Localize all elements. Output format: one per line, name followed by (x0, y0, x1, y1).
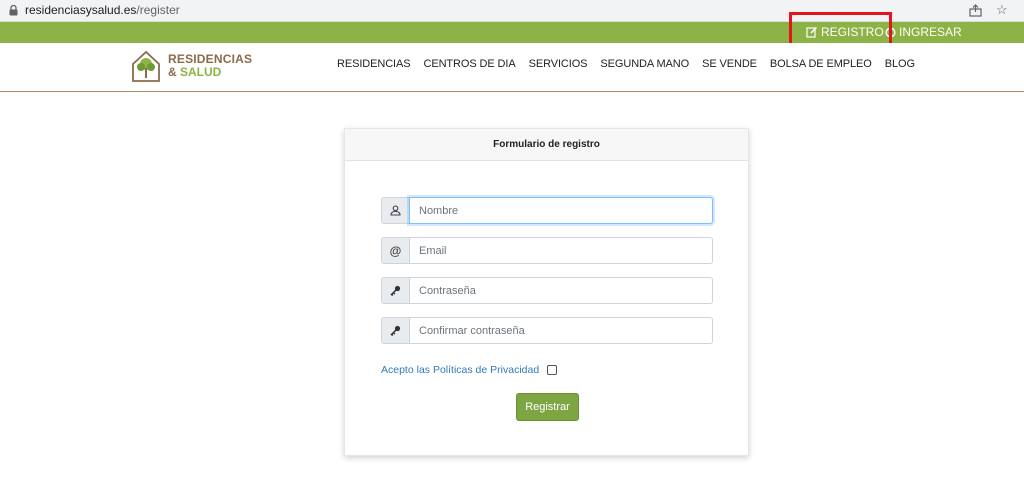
user-icon (390, 205, 401, 216)
key-icon (390, 325, 401, 336)
name-addon (381, 197, 409, 224)
name-input[interactable] (409, 197, 713, 224)
key-icon (390, 285, 401, 296)
privacy-checkbox[interactable] (547, 365, 558, 375)
nav-residencias[interactable]: RESIDENCIAS (337, 58, 411, 70)
password-addon (381, 277, 409, 304)
url-domain: residenciasysalud.es (25, 3, 137, 17)
at-sign-icon: @ (389, 243, 402, 258)
password-input[interactable] (409, 277, 713, 304)
nav-centros-de-dia[interactable]: CENTROS DE DIA (423, 58, 515, 70)
logo-text: RESIDENCIAS & SALUD (168, 53, 252, 79)
share-icon[interactable] (969, 4, 983, 17)
email-input[interactable] (409, 237, 713, 264)
login-link[interactable]: INGRESAR (885, 25, 962, 39)
main-nav: RESIDENCIAS CENTROS DE DIA SERVICIOS SEG… (337, 58, 928, 70)
nav-blog[interactable]: BLOG (885, 58, 915, 70)
confirm-password-row (381, 317, 713, 344)
nav-bolsa-de-empleo[interactable]: BOLSA DE EMPLEO (770, 58, 872, 70)
lock-icon (9, 5, 18, 16)
site-header: RESIDENCIAS & SALUD RESIDENCIAS CENTROS … (0, 43, 1024, 92)
site-logo[interactable]: RESIDENCIAS & SALUD (130, 49, 252, 83)
form-title: Formulario de registro (345, 129, 748, 161)
login-link-label: INGRESAR (899, 25, 962, 39)
nav-servicios[interactable]: SERVICIOS (529, 58, 588, 70)
logo-ampersand: & (168, 65, 177, 79)
confirm-password-addon (381, 317, 409, 344)
star-icon[interactable]: ☆ (996, 2, 1008, 18)
confirm-password-input[interactable] (409, 317, 713, 344)
nav-se-vende[interactable]: SE VENDE (702, 58, 757, 70)
registration-card: Formulario de registro @ (344, 128, 749, 456)
privacy-policy-link[interactable]: Acepto las Políticas de Privacidad (381, 364, 539, 376)
privacy-consent: Acepto las Políticas de Privacidad (381, 364, 558, 376)
url-field[interactable]: residenciasysalud.es/register (25, 3, 180, 17)
email-row: @ (381, 237, 713, 264)
password-row (381, 277, 713, 304)
email-addon: @ (381, 237, 409, 264)
logo-line-2: SALUD (180, 65, 222, 79)
house-tree-logo-icon (132, 50, 160, 82)
nav-segunda-mano[interactable]: SEGUNDA MANO (600, 58, 689, 70)
url-path: /register (136, 3, 180, 17)
register-submit-button[interactable]: Registrar (516, 393, 579, 421)
name-row (381, 197, 713, 224)
